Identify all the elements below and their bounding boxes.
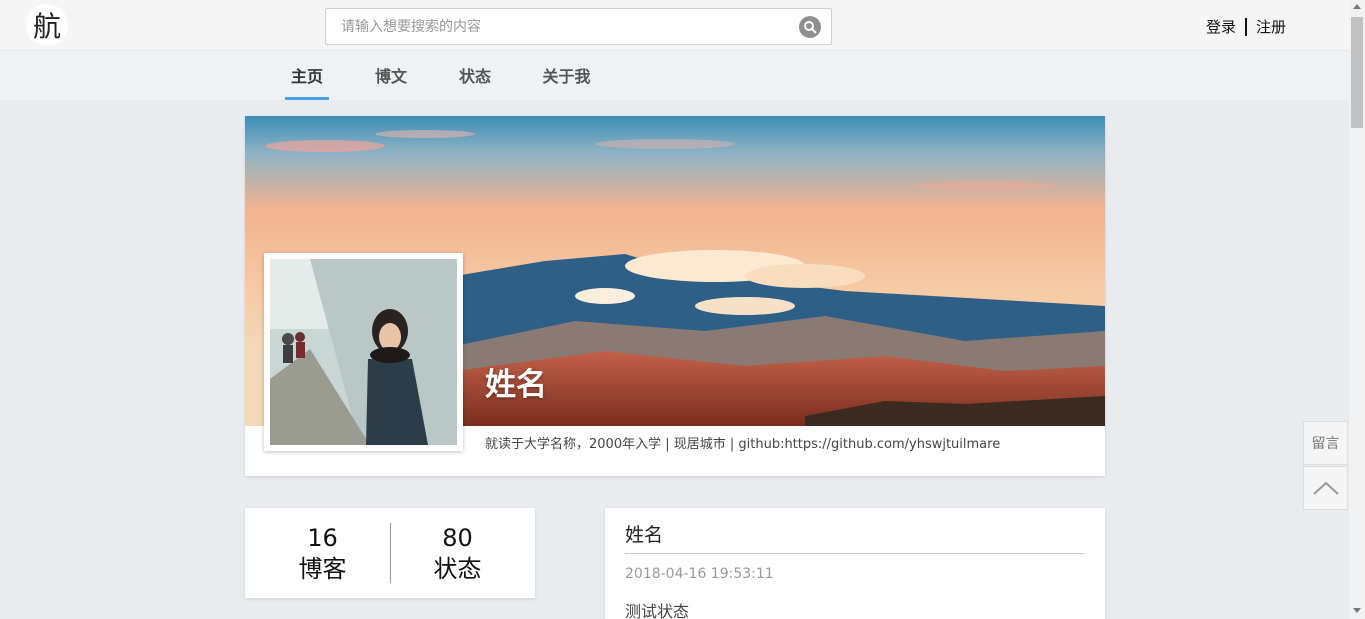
avatar[interactable] <box>270 259 457 445</box>
tab-blog[interactable]: 博文 <box>370 51 412 100</box>
tab-label: 状态 <box>458 67 491 86</box>
back-to-top-button[interactable] <box>1303 466 1348 510</box>
status-content: 测试状态 <box>625 602 690 619</box>
page-scrollbar[interactable] <box>1349 0 1365 619</box>
stats-card: 16 博客 80 状态 <box>245 508 535 598</box>
search-icon[interactable] <box>799 16 821 38</box>
avatar-frame <box>264 253 463 451</box>
status-post: 姓名 2018-04-16 19:53:11 测试状态 <box>605 508 1105 619</box>
status-timestamp: 2018-04-16 19:53:11 <box>625 566 774 582</box>
scroll-thumb[interactable] <box>1351 17 1363 128</box>
auth-links: 登录 注册 <box>1206 16 1286 37</box>
top-header: 航 登录 注册 <box>0 0 1349 51</box>
profile-name: 姓名 <box>485 367 547 403</box>
stat-value: 16 <box>307 524 338 552</box>
stat-value: 80 <box>442 524 473 552</box>
status-author[interactable]: 姓名 <box>625 520 663 547</box>
logo-text: 航 <box>32 10 61 43</box>
profile-bio: 就读于大学名称，2000年入学 | 现居城市 | github:https://… <box>485 437 1001 452</box>
scroll-up-arrow-icon[interactable] <box>1353 4 1361 9</box>
tab-home[interactable]: 主页 <box>285 51 329 100</box>
stat-label: 博客 <box>298 555 347 583</box>
stat-statuses[interactable]: 80 状态 <box>385 523 530 585</box>
scroll-down-arrow-icon[interactable] <box>1353 608 1361 613</box>
tab-about[interactable]: 关于我 <box>540 51 593 100</box>
main-nav: 主页 博文 状态 关于我 <box>0 51 1349 100</box>
tab-label: 主页 <box>290 67 323 86</box>
tab-label: 博文 <box>374 67 407 86</box>
stat-label: 状态 <box>433 555 482 583</box>
message-button[interactable]: 留言 <box>1303 421 1348 465</box>
register-link[interactable]: 注册 <box>1256 16 1286 37</box>
login-link[interactable]: 登录 <box>1206 16 1236 37</box>
tab-label: 关于我 <box>542 67 591 86</box>
search-input[interactable] <box>326 9 786 44</box>
stat-blogs[interactable]: 16 博客 <box>250 523 395 585</box>
tab-status[interactable]: 状态 <box>455 51 495 100</box>
message-label: 留言 <box>1311 436 1340 452</box>
profile-card: 姓名 就读于大学名称，2000年入学 | 现居城市 | github:https… <box>245 116 1105 476</box>
auth-divider <box>1245 17 1248 36</box>
chevron-up-icon <box>1312 481 1339 495</box>
site-logo[interactable]: 航 <box>26 4 68 46</box>
divider <box>625 553 1085 554</box>
search-box <box>325 8 832 45</box>
